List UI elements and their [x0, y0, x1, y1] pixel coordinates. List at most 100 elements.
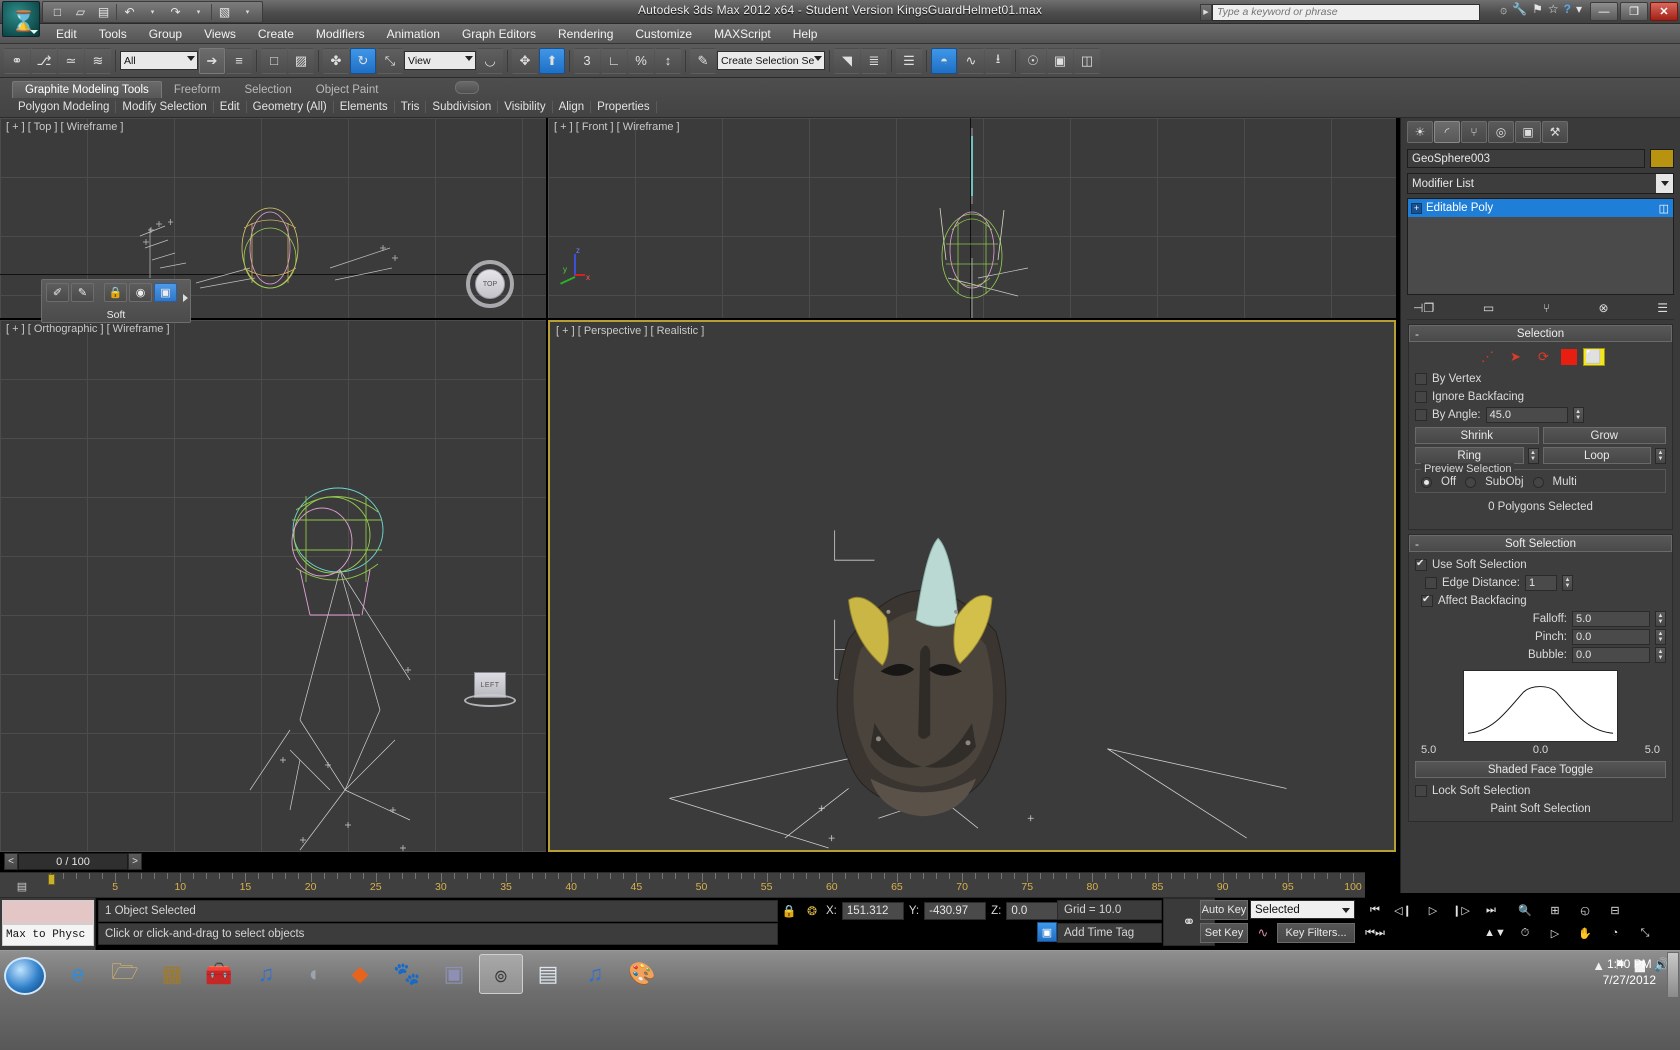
redo-icon[interactable]: ↷ — [165, 3, 186, 22]
ribbon-tab-object-paint[interactable]: Object Paint — [304, 81, 391, 98]
taskbar-flame-app[interactable]: ◆ — [338, 954, 382, 994]
main-toolbar[interactable]: ⚭ ⎇ ≃ ≋ All ➔ ≡ □ ▨ ✤ ↻ ⤡ View ◡ ✥ ⬆ 3 ∟… — [0, 44, 1680, 78]
time-configuration-icon[interactable]: ⏱ — [1514, 923, 1536, 943]
ribbon-options-dropdown[interactable] — [455, 81, 479, 94]
help-icon[interactable]: ? — [1564, 2, 1571, 16]
lock-soft-selection-checkbox[interactable] — [1415, 785, 1427, 797]
taskbar[interactable]: e 🗁 ▦ 🧰 ♫ ◖ ◆ 🐾 ▣ ๏ ▤ ♫ 🎨 ▲ ⚑ ▆ 🔊 1:40 PM 7/27/2012 — [0, 950, 1680, 1050]
quick-access-toolbar[interactable]: □ ▱ ▤ ↶ ▾ ↷ ▾ ▧ ▾ — [42, 1, 263, 23]
menu-item-graph-editors[interactable]: Graph Editors — [451, 27, 547, 41]
ribbon-subtab-subdivision[interactable]: Subdivision — [426, 101, 499, 113]
percent-snap-toggle-icon[interactable]: % — [628, 47, 654, 74]
element-subobject-icon[interactable]: ⬜ — [1582, 348, 1605, 366]
unlink-selection-icon[interactable]: ≃ — [58, 47, 84, 74]
ribbon-subtab-strip[interactable]: Polygon Modeling Modify Selection Edit Geom… — [12, 98, 657, 116]
layer-manager-icon[interactable]: ☰ — [896, 47, 922, 74]
current-frame-field[interactable]: < 0 / 100 > — [4, 853, 142, 870]
current-frame-value[interactable]: 0 / 100 — [18, 853, 128, 870]
taskbar-toolbox[interactable]: 🧰 — [197, 954, 241, 994]
time-tag-toggle-icon[interactable]: ▣ — [1037, 922, 1057, 942]
viewcube-left[interactable]: LEFT — [460, 670, 520, 714]
select-by-name-icon[interactable]: ≡ — [226, 47, 252, 74]
new-file-icon[interactable]: □ — [47, 3, 68, 22]
undo-dropdown-icon[interactable]: ▾ — [142, 3, 163, 22]
search-input[interactable] — [1212, 3, 1480, 21]
curve-editor-icon[interactable]: ∿ — [958, 47, 984, 74]
header-icon-group[interactable]: ۞ 🔧 ⚑ ☆? ▾ — [1500, 2, 1582, 16]
taskbar-itunes-2[interactable]: ♫ — [573, 954, 617, 994]
lock-selection-icon[interactable]: 🔒 — [780, 901, 798, 921]
timeline-ticks[interactable]: 5 10 15 20 25 30 35 40 45 50 55 60 65 70 75 80 85 90 95 100 — [42, 873, 1365, 899]
viewport-perspective[interactable]: [ + ] [ Perspective ] [ Realistic ] BACK… — [548, 320, 1396, 852]
project-folder-icon[interactable]: ▧ — [214, 3, 235, 22]
orbit-icon[interactable]: ◔ — [1604, 923, 1626, 943]
taskbar-items[interactable]: e 🗁 ▦ 🧰 ♫ ◖ ◆ 🐾 ▣ ๏ ▤ ♫ 🎨 — [56, 954, 664, 994]
previous-frame-arrow[interactable]: < — [4, 853, 18, 870]
taskbar-clock[interactable]: 1:40 PM 7/27/2012 — [1603, 956, 1656, 988]
falloff-spinner[interactable]: ▲ ▼ — [1655, 611, 1666, 627]
select-and-scale-icon[interactable]: ⤡ — [377, 47, 403, 74]
by-vertex-checkbox[interactable] — [1415, 373, 1427, 385]
taskbar-gimp[interactable]: 🐾 — [385, 954, 429, 994]
menu-bar[interactable]: Edit Tools Group Views Create Modifiers Animat… — [0, 24, 1680, 44]
satellite-icon[interactable]: ⚑ — [1532, 2, 1543, 16]
motion-tab[interactable]: ◎ — [1488, 121, 1514, 143]
play-animation-button[interactable]: ▷ — [1422, 900, 1444, 920]
x-coordinate-field[interactable]: 151.312 — [841, 902, 904, 920]
soft-selection-rollout-header[interactable]: - Soft Selection — [1409, 535, 1672, 552]
field-of-view-icon[interactable]: ▷ — [1544, 923, 1566, 943]
frame-spinner-icon[interactable]: ▲▼ — [1484, 923, 1506, 943]
vertex-subobject-icon[interactable]: ⋰ — [1477, 348, 1499, 366]
redo-dropdown-icon[interactable]: ▾ — [188, 3, 209, 22]
viewport-front[interactable]: [ + ] [ Front ] [ Wireframe ] FRONT zyx — [548, 118, 1396, 318]
track-bar[interactable]: ▤ 5 10 15 20 25 30 35 40 45 50 55 60 65 70 75 80 85 90 95 1… — [0, 872, 1365, 898]
object-name-input[interactable] — [1407, 149, 1645, 168]
taskbar-paint[interactable]: 🎨 — [620, 954, 664, 994]
command-panel-tabs[interactable]: ☀ ◜ ⑂ ◎ ▣ ⚒ — [1401, 118, 1680, 145]
ignore-backfacing-row[interactable]: Ignore Backfacing — [1415, 388, 1666, 406]
ribbon-subtab-align[interactable]: Align — [553, 101, 592, 113]
remove-modifier-icon[interactable]: ⊗ — [1599, 301, 1609, 315]
lock-soft-selection-icon[interactable]: 🔒 — [104, 283, 127, 302]
ribbon-subtab-polygon-modeling[interactable]: Polygon Modeling — [12, 101, 117, 113]
menu-item-help[interactable]: Help — [782, 27, 829, 41]
pinch-value[interactable]: 0.0 — [1572, 629, 1650, 645]
paint-soft-selection-icon[interactable]: ✐ — [46, 283, 69, 302]
subobject-level-buttons[interactable]: ⋰ ➤ ⟳ ⬜ — [1415, 346, 1666, 370]
render-production-icon[interactable]: ◫ — [1074, 47, 1100, 74]
selection-rollout[interactable]: - Selection ⋰ ➤ ⟳ ⬜ By Vertex Ignore Bac — [1408, 324, 1673, 530]
chevron-down-icon[interactable] — [1656, 174, 1673, 193]
pan-view-icon[interactable]: ✋ — [1574, 923, 1596, 943]
display-tab[interactable]: ▣ — [1515, 121, 1541, 143]
binoculars-icon[interactable]: ۞ — [1500, 2, 1507, 16]
align-icon[interactable]: ≣ — [861, 47, 887, 74]
modifier-list-dropdown[interactable]: Modifier List — [1407, 173, 1674, 194]
use-soft-selection-row[interactable]: Use Soft Selection — [1415, 556, 1666, 574]
menu-item-maxscript[interactable]: MAXScript — [703, 27, 782, 41]
make-unique-icon[interactable]: ⑂ — [1543, 301, 1550, 315]
show-end-result-icon[interactable]: ▭ — [1483, 301, 1494, 315]
favorites-star-icon[interactable]: ☆ — [1548, 2, 1559, 16]
coordinate-display[interactable]: 🔒 ❂ X: 151.312 Y: -430.97 Z: 0.0 — [780, 900, 1069, 922]
polygon-subobject-icon[interactable] — [1560, 349, 1577, 365]
border-subobject-icon[interactable]: ⟳ — [1533, 348, 1555, 366]
modifier-stack-item[interactable]: + Editable Poly ◫ — [1408, 199, 1673, 217]
taskbar-internet-explorer[interactable]: e — [56, 954, 100, 994]
select-and-move-icon[interactable]: ✤ — [323, 47, 349, 74]
open-file-icon[interactable]: ▱ — [70, 3, 91, 22]
rendered-frame-window-icon[interactable]: ▣ — [1047, 47, 1073, 74]
object-color-swatch[interactable] — [1650, 149, 1674, 168]
select-link-icon[interactable]: ⎇ — [31, 47, 57, 74]
close-button[interactable]: ✕ — [1650, 2, 1678, 21]
ribbon-subtab-edit[interactable]: Edit — [214, 101, 247, 113]
named-selection-set-input[interactable]: Create Selection Se — [717, 51, 825, 70]
ribbon-subtab-elements[interactable]: Elements — [334, 101, 395, 113]
ribbon-tab-strip[interactable]: Graphite Modeling Tools Freeform Selection… — [12, 79, 390, 98]
configure-modifier-sets-icon[interactable]: ☰ — [1657, 301, 1668, 315]
ribbon-subtab-geometry-all-[interactable]: Geometry (All) — [247, 101, 334, 113]
reference-coordinate-select[interactable]: View — [404, 51, 476, 70]
menu-item-modifiers[interactable]: Modifiers — [305, 27, 376, 41]
edit-named-selection-sets-icon[interactable]: ✎ — [690, 47, 716, 74]
select-and-manipulate-icon[interactable]: ✥ — [512, 47, 538, 74]
key-mode-select[interactable]: Selected — [1250, 900, 1355, 919]
